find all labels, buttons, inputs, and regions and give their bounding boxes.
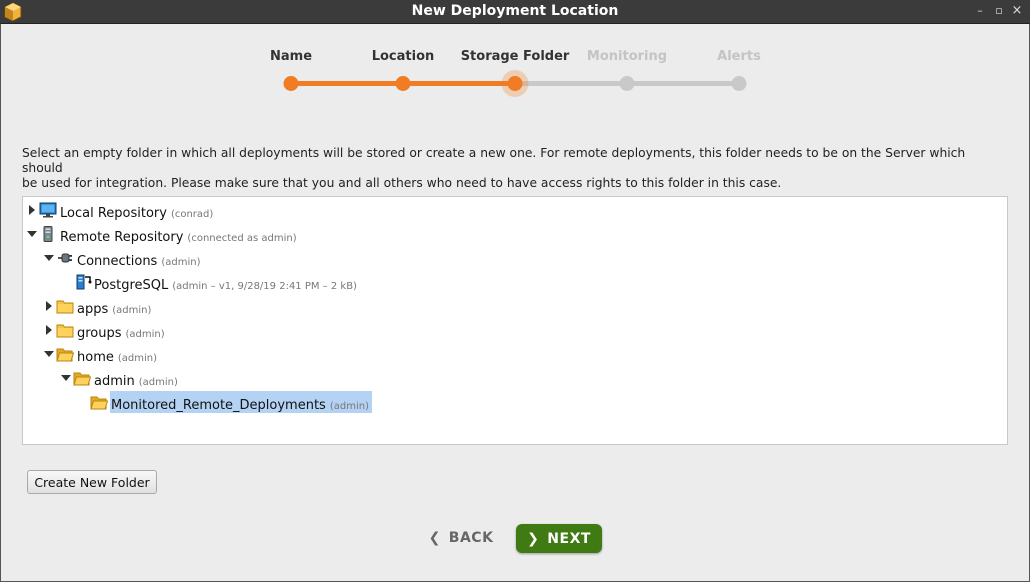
step-label-monitoring: Monitoring xyxy=(586,49,668,64)
tree-node-groups[interactable]: groups (admin) xyxy=(23,319,423,341)
tree-node-apps[interactable]: apps (admin) xyxy=(23,295,423,317)
maximize-button[interactable]: ▫ xyxy=(993,5,1005,17)
step-dot-monitoring xyxy=(619,76,635,91)
chevron-left-icon: ❮ xyxy=(428,530,441,546)
window-title: New Deployment Location xyxy=(411,3,619,19)
tree-node-label: PostgreSQL xyxy=(94,278,169,293)
step-label-alerts: Alerts xyxy=(717,49,761,64)
tree-node-label: Monitored_Remote_Deployments xyxy=(111,398,326,413)
plug-icon xyxy=(58,253,72,263)
chevron-right-icon: ❯ xyxy=(527,530,540,547)
tree-node-connections[interactable]: Connections (admin) xyxy=(23,247,423,269)
back-button[interactable]: ❮ BACK xyxy=(424,526,498,550)
tree-node-local-repository[interactable]: Local Repository (conrad) xyxy=(23,199,423,221)
tree-node-meta: (admin) xyxy=(117,353,157,364)
step-label-storage-folder: Storage Folder xyxy=(460,49,570,64)
tree-node-meta: (admin) xyxy=(125,329,165,340)
create-new-folder-button[interactable]: Create New Folder xyxy=(27,470,157,494)
tree-node-label: Connections xyxy=(77,254,158,269)
close-button[interactable]: × xyxy=(1011,4,1023,17)
tree-node-label: home xyxy=(77,350,114,365)
tree-node-meta: (conrad) xyxy=(170,209,214,220)
step-label-name: Name xyxy=(269,49,313,64)
tree-node-remote-repository[interactable]: Remote Repository (connected as admin) xyxy=(23,223,423,245)
tree-node-meta: (admin – v1, 9/28/19 2:41 PM – 2 kB) xyxy=(172,281,357,292)
tree-node-label: admin xyxy=(94,374,135,389)
monitor-icon xyxy=(39,202,57,218)
tree-node-meta: (admin) xyxy=(138,377,178,388)
step-dot-name xyxy=(283,76,299,91)
tree-node-label: groups xyxy=(77,326,122,341)
step-dot-storage-folder xyxy=(507,76,523,91)
instructions-line-1: Select an empty folder in which all depl… xyxy=(22,146,966,175)
tree-node-meta: (admin) xyxy=(161,257,201,268)
selected-highlight[interactable]: Monitored_Remote_Deployments (admin) xyxy=(110,391,372,413)
folder-open-icon xyxy=(73,372,91,386)
tree-node-label: apps xyxy=(77,302,109,317)
tree-node-home[interactable]: home (admin) xyxy=(23,343,423,365)
tree-node-label: Local Repository xyxy=(60,206,167,221)
step-dot-alerts xyxy=(731,76,747,91)
tree-node-meta: (connected as admin) xyxy=(187,233,297,244)
tree-node-meta: (admin) xyxy=(329,401,369,412)
tree-node-label: Remote Repository xyxy=(60,230,184,245)
tree-node-monitored-remote-deployments[interactable]: Monitored_Remote_Deployments (admin) xyxy=(23,391,423,413)
next-label: NEXT xyxy=(547,530,591,547)
folder-icon xyxy=(56,300,74,314)
collapse-arrow-icon[interactable] xyxy=(27,231,37,237)
repository-tree[interactable]: Local Repository (conrad) Remote Reposito… xyxy=(22,196,1008,445)
folder-open-icon xyxy=(90,396,108,410)
minimize-button[interactable]: – xyxy=(974,5,986,17)
tree-node-meta: (admin) xyxy=(112,305,152,316)
next-button[interactable]: ❯ NEXT xyxy=(516,524,602,553)
expand-arrow-icon[interactable] xyxy=(46,301,52,311)
database-connection-icon xyxy=(76,274,92,290)
folder-icon xyxy=(56,324,74,338)
folder-open-icon xyxy=(56,348,74,362)
step-dot-location xyxy=(395,76,411,91)
collapse-arrow-icon[interactable] xyxy=(44,351,54,357)
wizard-progress: Name Location Storage Folder Monitoring … xyxy=(0,24,1030,104)
expand-arrow-icon[interactable] xyxy=(46,325,52,335)
collapse-arrow-icon[interactable] xyxy=(44,255,54,261)
collapse-arrow-icon[interactable] xyxy=(61,375,71,381)
back-label: BACK xyxy=(448,530,494,546)
title-bar: New Deployment Location – ▫ × xyxy=(0,0,1030,24)
step-label-location: Location xyxy=(371,49,435,64)
server-icon xyxy=(43,226,53,242)
instructions-line-2: be used for integration. Please make sur… xyxy=(22,176,782,190)
tree-node-postgresql[interactable]: PostgreSQL (admin – v1, 9/28/19 2:41 PM –… xyxy=(23,271,523,293)
tree-node-admin[interactable]: admin (admin) xyxy=(23,367,423,389)
expand-arrow-icon[interactable] xyxy=(29,205,35,215)
instructions-text: Select an empty folder in which all depl… xyxy=(22,146,1002,191)
